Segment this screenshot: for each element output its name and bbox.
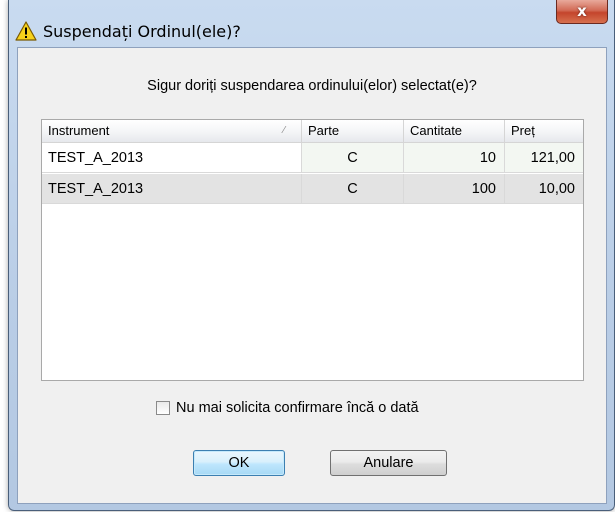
column-header-parte[interactable]: Parte: [302, 120, 404, 142]
window-title: Suspendați Ordinul(ele)?: [43, 22, 241, 41]
column-header-cantitate[interactable]: Cantitate: [404, 120, 505, 142]
dialog-body: Sigur doriți suspendarea ordinului(elor)…: [17, 47, 607, 504]
cell-instrument: TEST_A_2013: [42, 174, 302, 204]
ok-button[interactable]: OK: [193, 450, 285, 476]
table-row[interactable]: TEST_A_2013 C 10 121,00: [42, 143, 583, 173]
warning-icon: [15, 21, 37, 41]
column-header-pret[interactable]: Preț: [505, 120, 583, 142]
cell-cantitate: 100: [404, 174, 505, 204]
cell-instrument: TEST_A_2013: [42, 143, 302, 173]
close-button[interactable]: x: [556, 0, 608, 24]
table-header: Instrument ⁄ Parte Cantitate Preț: [42, 120, 583, 143]
dont-ask-again-option[interactable]: Nu mai solicita confirmare încă o dată: [156, 398, 419, 418]
dialog-window: Suspendați Ordinul(ele)? x Sigur doriți …: [8, 0, 615, 511]
sort-indicator-icon: ⁄: [283, 125, 285, 136]
close-icon: x: [577, 2, 587, 20]
confirmation-question: Sigur doriți suspendarea ordinului(elor)…: [147, 78, 477, 94]
dont-ask-again-label[interactable]: Nu mai solicita confirmare încă o dată: [176, 400, 419, 416]
cell-parte: C: [302, 143, 404, 173]
dont-ask-again-checkbox[interactable]: [156, 401, 170, 415]
column-header-instrument[interactable]: Instrument ⁄: [42, 120, 302, 142]
title-bar[interactable]: Suspendați Ordinul(ele)? x: [9, 0, 614, 46]
orders-table[interactable]: Instrument ⁄ Parte Cantitate Preț TEST_A…: [41, 119, 584, 381]
cell-pret: 10,00: [505, 174, 583, 204]
cell-parte: C: [302, 174, 404, 204]
cell-pret: 121,00: [505, 143, 583, 173]
table-row[interactable]: TEST_A_2013 C 100 10,00: [42, 174, 583, 204]
cell-cantitate: 10: [404, 143, 505, 173]
cancel-button[interactable]: Anulare: [330, 450, 447, 476]
